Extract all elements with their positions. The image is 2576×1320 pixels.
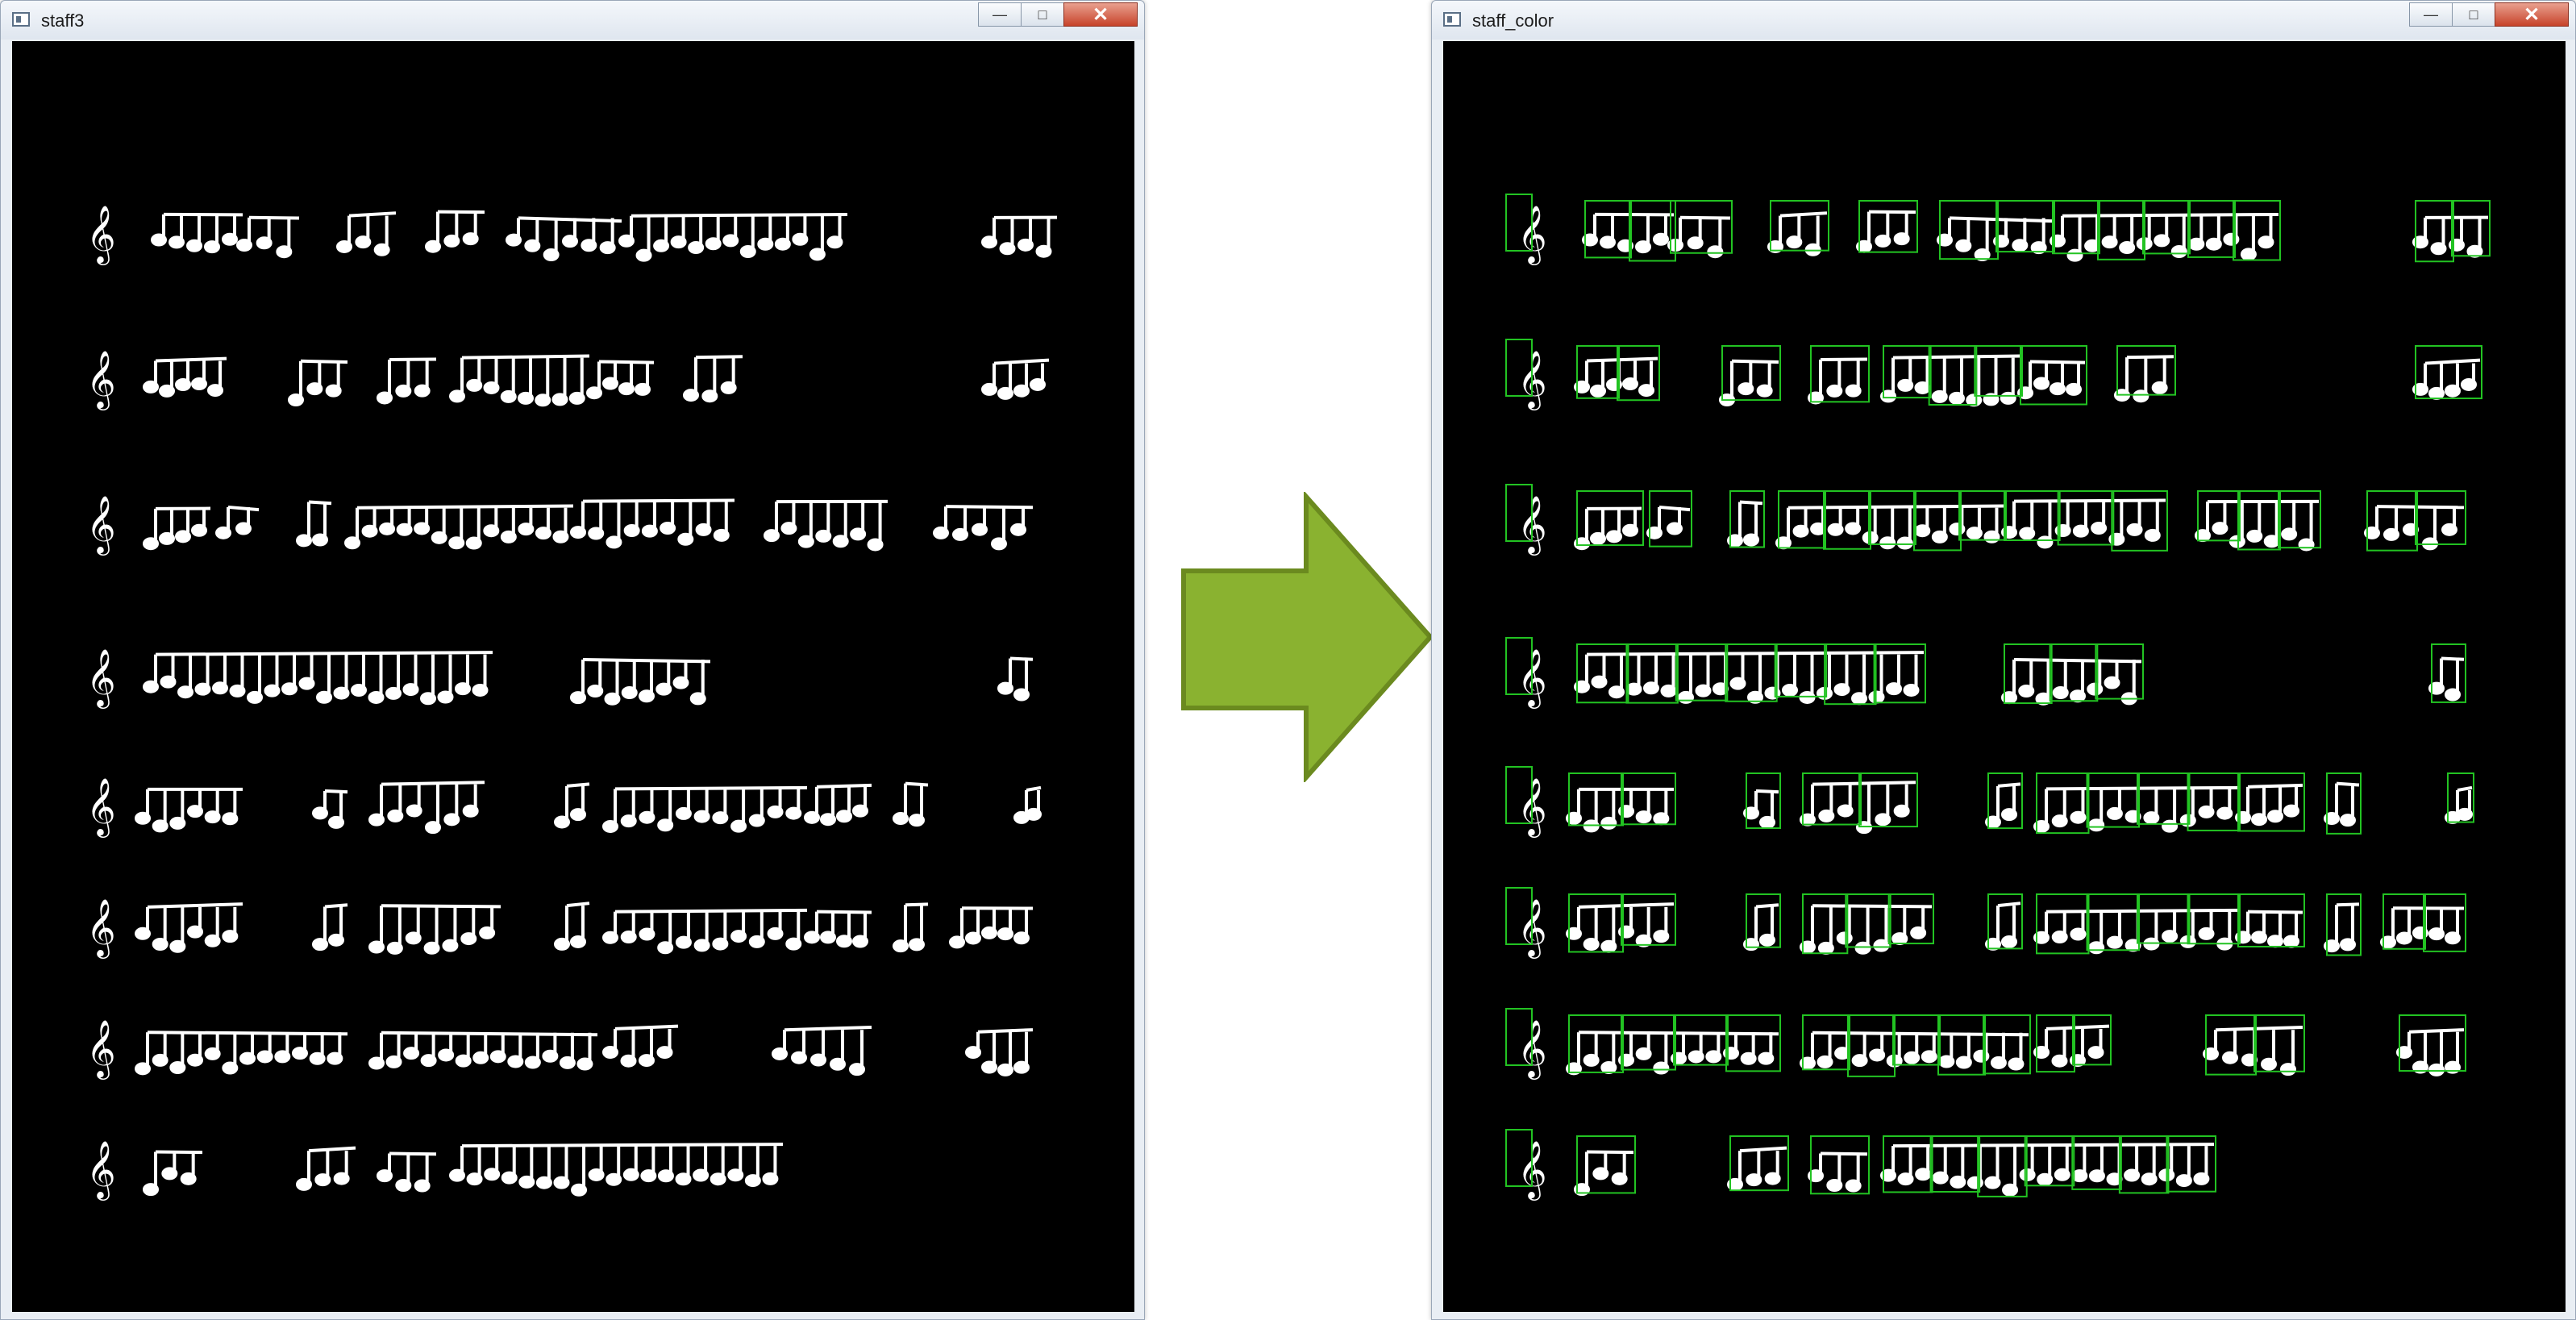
window-app-icon[interactable] — [1443, 12, 1461, 27]
treble-clef-icon: 𝄞 — [86, 648, 116, 709]
minimize-icon[interactable]: — — [2409, 2, 2453, 27]
window-staff3: staff3 — □ ✕ 𝄞 𝄞 𝄞 𝄞 𝄞 𝄞 𝄞 𝄞 — [0, 0, 1145, 1320]
window-title: staff3 — [41, 10, 85, 31]
treble-clef-icon: 𝄞 — [86, 204, 116, 265]
window-title: staff_color — [1472, 10, 1554, 31]
minimize-icon[interactable]: — — [978, 2, 1022, 27]
staff3-image-canvas: 𝄞 𝄞 𝄞 𝄞 𝄞 𝄞 𝄞 𝄞 — [12, 41, 1134, 1312]
window-app-icon[interactable] — [12, 12, 30, 27]
maximize-icon[interactable]: □ — [1021, 2, 1064, 27]
staff-color-image-canvas: 𝄞𝄞𝄞𝄞𝄞𝄞𝄞𝄞 — [1443, 41, 2566, 1312]
close-icon[interactable]: ✕ — [2495, 2, 2569, 27]
close-icon[interactable]: ✕ — [1063, 2, 1138, 27]
title-bar[interactable]: staff_color — □ ✕ — [1432, 1, 2575, 40]
window-staff-color: staff_color — □ ✕ 𝄞 𝄞 𝄞 𝄞 𝄞 𝄞 𝄞 𝄞 — [1431, 0, 2576, 1320]
window-controls: — □ ✕ — [2409, 2, 2569, 27]
title-bar[interactable]: staff3 — □ ✕ — [1, 1, 1144, 40]
treble-clef-icon: 𝄞 — [86, 349, 116, 410]
treble-clef-icon: 𝄞 — [86, 897, 116, 959]
treble-clef-icon: 𝄞 — [86, 777, 116, 838]
treble-clef-icon: 𝄞 — [86, 1018, 116, 1080]
treble-clef-icon: 𝄞 — [86, 1139, 116, 1201]
maximize-icon[interactable]: □ — [2452, 2, 2495, 27]
arrow-right-icon — [1181, 492, 1434, 782]
window-controls: — □ ✕ — [978, 2, 1138, 27]
treble-clef-icon: 𝄞 — [86, 494, 116, 556]
